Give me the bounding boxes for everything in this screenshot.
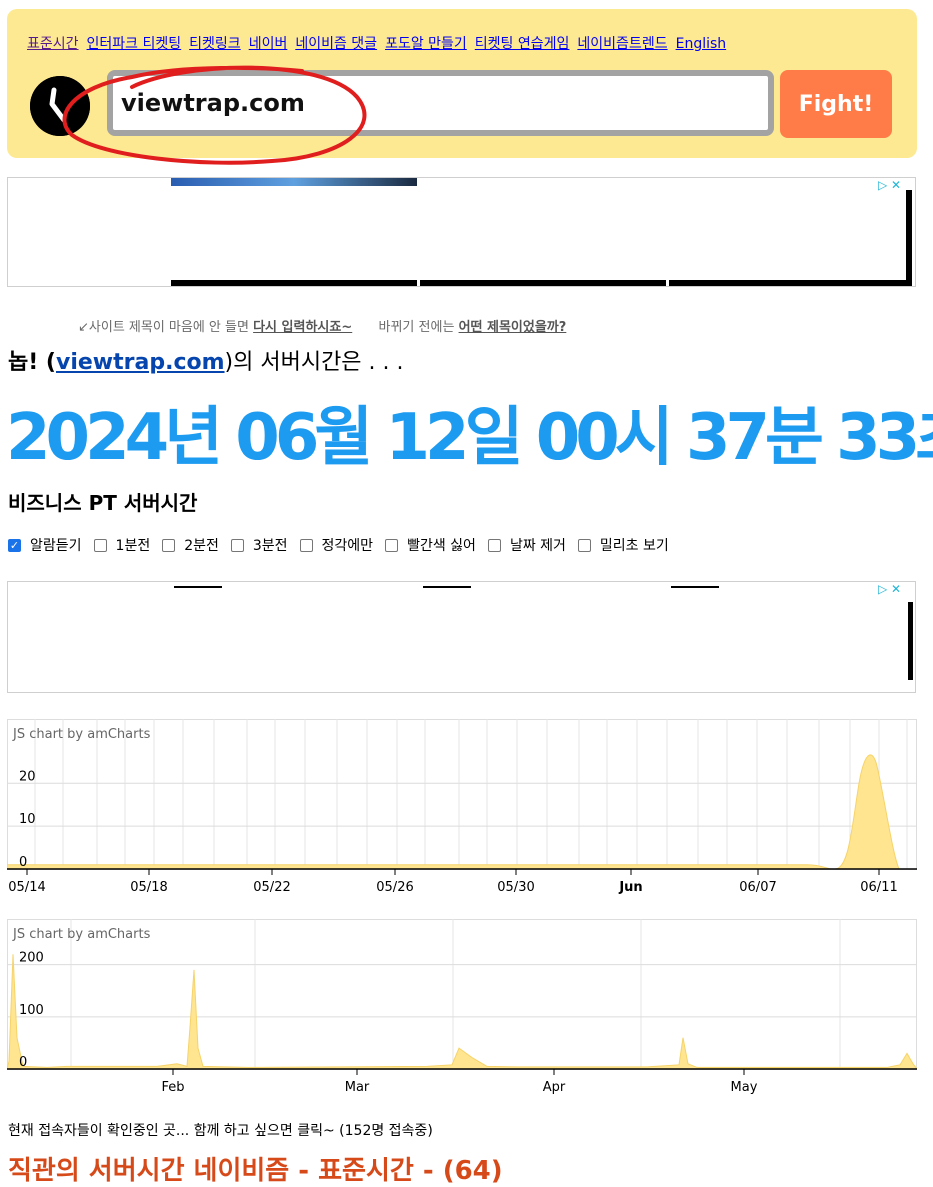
server-time-display: 2024년 06월 12일 00시 37분 33초 <box>6 401 933 475</box>
option-toggle[interactable]: 3분전 <box>230 535 288 555</box>
top-links: 표준시간 인터파크 티켓팅 티켓링크 네이버 네이비즘 댓글 포도알 만들기 티켓팅 연습게… <box>27 33 734 53</box>
ad-banner-top[interactable]: ▷ ✕ <box>7 177 916 287</box>
y-tick-label: 100 <box>19 1003 44 1018</box>
option-toggle[interactable]: 2분전 <box>162 535 219 555</box>
ad-bar-2 <box>420 280 666 286</box>
x-tick-label: 05/26 <box>376 880 413 895</box>
y-tick-label: 0 <box>19 855 27 870</box>
ad-banner-middle[interactable]: ▷ ✕ <box>7 581 916 693</box>
checkbox[interactable] <box>487 538 501 552</box>
option-toggle[interactable]: 1분전 <box>93 535 151 555</box>
x-tick-label: 05/30 <box>497 880 534 895</box>
option-label: 빨간색 싫어 <box>407 538 476 554</box>
option-toggle[interactable]: 날짜 제거 <box>487 535 566 555</box>
option-toggle[interactable]: 밀리초 보기 <box>577 535 669 555</box>
site-subtitle: 비즈니스 PT 서버시간 <box>8 491 198 515</box>
chart-recent: 0 10 20 05/14 05/18 05/22 05/26 05/30 Jun 06/07 06… <box>7 719 917 899</box>
option-label: 날짜 제거 <box>509 538 566 554</box>
option-toggle[interactable]: 정각에만 <box>299 535 374 555</box>
x-tick-label: Feb <box>161 1080 184 1095</box>
options-row: 알람듣기 1분전 2분전 3분전 정각에만 빨간색 싫어 날짜 제거 밀리초 보기 <box>8 535 681 555</box>
server-time-heading: 놉! (viewtrap.com)의 서버시간은 . . . <box>8 344 404 376</box>
server-suffix: )의 서버시간은 . . . <box>224 350 404 375</box>
chart-frame <box>7 919 917 1070</box>
nav-link[interactable]: 인터파크 티켓팅 <box>87 36 182 52</box>
x-tick-label: Mar <box>345 1080 370 1095</box>
hint-prefix: ↙사이트 제목이 마음에 안 들면 <box>78 320 249 335</box>
y-tick-label: 0 <box>19 1055 27 1070</box>
site-link[interactable]: viewtrap.com <box>56 350 225 375</box>
title-hint: ↙사이트 제목이 마음에 안 들면 다시 입력하시죠~ 바뀌기 전에는 어떤 제… <box>78 316 566 335</box>
previous-title-link[interactable]: 어떤 제목이었을까? <box>459 320 567 335</box>
url-search-box[interactable] <box>107 70 774 136</box>
x-tick-label: 05/18 <box>130 880 167 895</box>
checkbox[interactable] <box>162 538 176 552</box>
fight-button[interactable]: Fight! <box>780 70 892 138</box>
nav-link[interactable]: 티켓팅 연습게임 <box>475 36 570 52</box>
option-label: 2분전 <box>184 538 219 554</box>
option-label: 1분전 <box>115 538 151 554</box>
checkbox[interactable] <box>8 538 21 552</box>
ad-choices-icon[interactable]: ▷ ✕ <box>878 178 901 192</box>
header-bar: 표준시간 인터파크 티켓팅 티켓링크 네이버 네이비즘 댓글 포도알 만들기 티켓팅 연습게… <box>7 9 917 165</box>
x-tick-label: Jun <box>618 880 642 895</box>
x-tick-label: 05/14 <box>8 880 45 895</box>
nav-link[interactable]: English <box>676 36 727 52</box>
option-toggle[interactable]: 빨간색 싫어 <box>385 535 476 555</box>
x-tick-label: 06/11 <box>860 880 897 895</box>
nav-link[interactable]: 포도알 만들기 <box>385 36 467 52</box>
ad-bar-side-2 <box>908 602 913 680</box>
ad-line-2 <box>423 586 471 588</box>
option-toggle[interactable]: 알람듣기 <box>8 535 82 555</box>
option-label: 정각에만 <box>321 538 374 554</box>
x-tick-label: 06/07 <box>739 880 776 895</box>
y-tick-label: 10 <box>19 812 36 827</box>
option-label: 알람듣기 <box>30 538 82 554</box>
nav-link[interactable]: 표준시간 <box>27 36 79 52</box>
chart-frame <box>7 719 917 870</box>
x-tick-label: May <box>731 1080 758 1095</box>
chart-longterm: 0 100 200 Feb Mar Apr May JS chart by amCharts <box>7 919 917 1099</box>
x-tick-label: 05/22 <box>253 880 290 895</box>
visitors-text[interactable]: 현재 접속자들이 확인중인 곳... 함께 하고 싶으면 클릭~ (152명 접… <box>8 1120 433 1140</box>
chart-watermark: JS chart by amCharts <box>12 727 151 742</box>
chart-recent-svg: 0 10 20 05/14 05/18 05/22 05/26 05/30 Jun 06/07 06… <box>7 719 917 895</box>
nav-link[interactable]: 네이비즘 댓글 <box>295 36 377 52</box>
checkbox[interactable] <box>299 538 313 552</box>
y-tick-label: 20 <box>19 769 36 784</box>
ad-bar-1 <box>171 280 417 286</box>
ad-image-strip <box>171 178 417 186</box>
nav-link[interactable]: 네이비즘트렌드 <box>577 36 667 52</box>
chart-longterm-svg: 0 100 200 Feb Mar Apr May JS chart by amCharts <box>7 919 917 1095</box>
x-tick-label: Apr <box>543 1080 566 1095</box>
chart-watermark: JS chart by amCharts <box>12 927 151 942</box>
related-title[interactable]: 직관의 서버시간 네이비즘 - 표준시간 - (64) <box>8 1150 503 1187</box>
checkbox[interactable] <box>93 538 107 552</box>
hint-middle: 바뀌기 전에는 <box>378 320 455 335</box>
ad-line-3 <box>671 586 719 588</box>
server-prefix: 놉! ( <box>8 350 56 375</box>
nav-link[interactable]: 네이버 <box>249 36 288 52</box>
clock-logo-icon[interactable] <box>30 76 90 136</box>
ad-bar-3 <box>669 280 909 286</box>
nav-link[interactable]: 티켓링크 <box>189 36 241 52</box>
ad-bar-side <box>906 190 912 286</box>
y-tick-label: 200 <box>19 951 44 966</box>
checkbox[interactable] <box>577 538 591 552</box>
checkbox[interactable] <box>230 538 244 552</box>
retype-link[interactable]: 다시 입력하시죠~ <box>253 320 352 335</box>
ad-choices-icon-2[interactable]: ▷ ✕ <box>878 582 901 596</box>
option-label: 밀리초 보기 <box>599 538 669 554</box>
checkbox[interactable] <box>385 538 399 552</box>
ad-line-1 <box>174 586 222 588</box>
option-label: 3분전 <box>252 538 288 554</box>
url-input[interactable] <box>113 76 768 130</box>
